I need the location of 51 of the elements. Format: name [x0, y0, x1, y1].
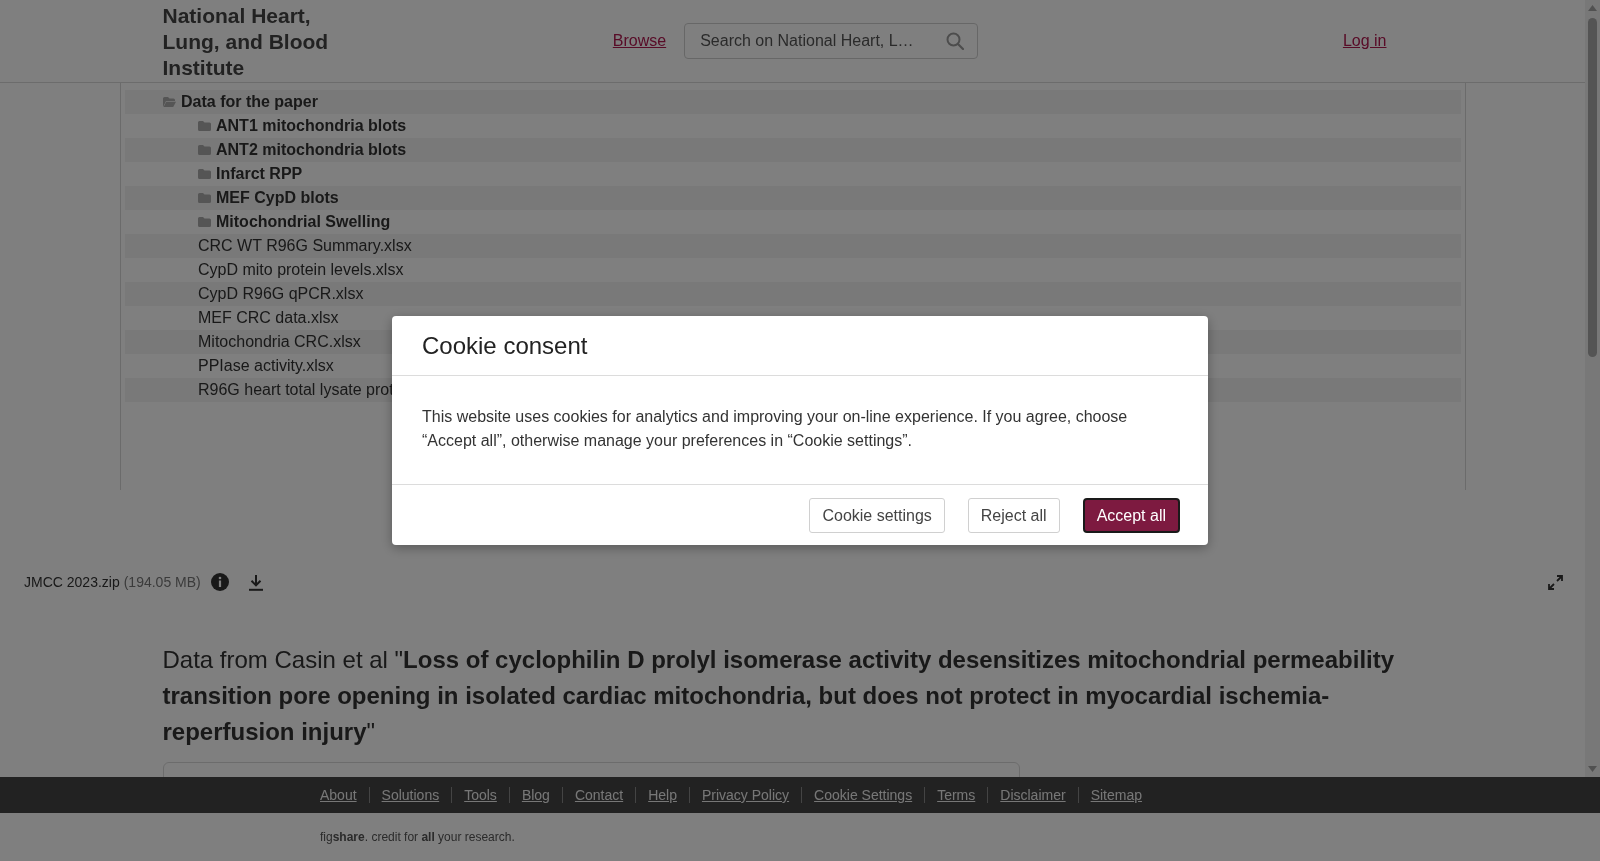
scroll-up-icon[interactable] [1588, 5, 1597, 11]
dataset-title: Data from Casin et al "Loss of cyclophilin D prolyl isomerase activity desensitizes mitochondrial permeability transition pore opening in isolated cardiac mitochondria, but does not protect in myocardial ischemia-reperfusion injury" [162, 645, 1396, 747]
file-name[interactable]: MEF CRC data.xlsx [198, 309, 339, 327]
expand-icon[interactable] [1548, 574, 1563, 590]
footer-link[interactable]: Contact [574, 787, 624, 803]
dialog-button[interactable]: Cookie settings [809, 498, 945, 533]
folder-icon[interactable] [198, 217, 211, 227]
dialog-message: This website uses cookies for analytics and improving your on-line experience. If you agree, choose “Accept all”, otherwise manage your preferences in “Cookie settings”. [422, 407, 1129, 451]
folder-name[interactable]: MEF CypD blots [216, 189, 339, 207]
scroll-down-icon[interactable] [1588, 766, 1597, 772]
footer-link[interactable]: Sitemap [1090, 787, 1142, 803]
scrollbar[interactable] [1585, 0, 1600, 777]
search-field[interactable]: Search on National Heart, L… [684, 23, 979, 59]
dialog-button[interactable]: Reject all [967, 498, 1060, 533]
folder-name[interactable]: ANT1 mitochondria blots [216, 117, 407, 135]
browse-link[interactable]: Browse [612, 32, 667, 50]
footer-link[interactable]: Terms [937, 787, 976, 803]
file-size: (194.05 MB) [123, 574, 201, 590]
dialog-title: Cookie consent [422, 331, 588, 360]
file-name[interactable]: CRC WT R96G Summary.xlsx [198, 237, 412, 255]
file-name[interactable]: CypD mito protein levels.xlsx [198, 261, 404, 279]
file-name[interactable]: R96G heart total lysate prot [198, 381, 394, 399]
footer-link[interactable]: Disclaimer [1000, 787, 1066, 803]
search-icon[interactable] [946, 32, 965, 50]
footer-link[interactable]: Cookie Settings [814, 787, 913, 803]
scrollbar-thumb[interactable] [1588, 18, 1597, 357]
footer-link[interactable]: Privacy Policy [701, 787, 790, 803]
folder-icon[interactable] [198, 145, 211, 155]
folder-name[interactable]: Data for the paper [181, 93, 318, 111]
folder-icon[interactable] [198, 169, 211, 179]
footer-link[interactable]: Blog [521, 787, 550, 803]
file-name: JMCC 2023.zip [24, 574, 120, 590]
dialog-button[interactable]: Accept all [1082, 498, 1180, 533]
login-link[interactable]: Log in [1342, 32, 1387, 50]
footer-link[interactable]: Tools [464, 787, 497, 803]
folder-name[interactable]: Infarct RPP [216, 165, 303, 183]
folder-name[interactable]: Mitochondrial Swelling [216, 213, 391, 231]
file-name[interactable]: PPIase activity.xlsx [198, 357, 334, 375]
footer-link[interactable]: About [320, 787, 357, 803]
folder-icon[interactable] [198, 193, 211, 203]
site-logo[interactable]: National Heart, Lung, and Blood Institute [162, 1, 353, 81]
file-name[interactable]: Mitochondria CRC.xlsx [198, 333, 361, 351]
footer-link[interactable]: Help [648, 787, 677, 803]
download-icon[interactable] [247, 573, 264, 591]
folder-icon[interactable] [198, 121, 211, 131]
file-name[interactable]: CypD R96G qPCR.xlsx [198, 285, 364, 303]
footer-link[interactable]: Solutions [381, 787, 440, 803]
footer-tagline: figshare. credit for all your research. [320, 830, 515, 844]
open-folder-icon[interactable] [163, 97, 176, 107]
folder-name[interactable]: ANT2 mitochondria blots [216, 141, 407, 159]
info-icon[interactable] [210, 573, 229, 591]
